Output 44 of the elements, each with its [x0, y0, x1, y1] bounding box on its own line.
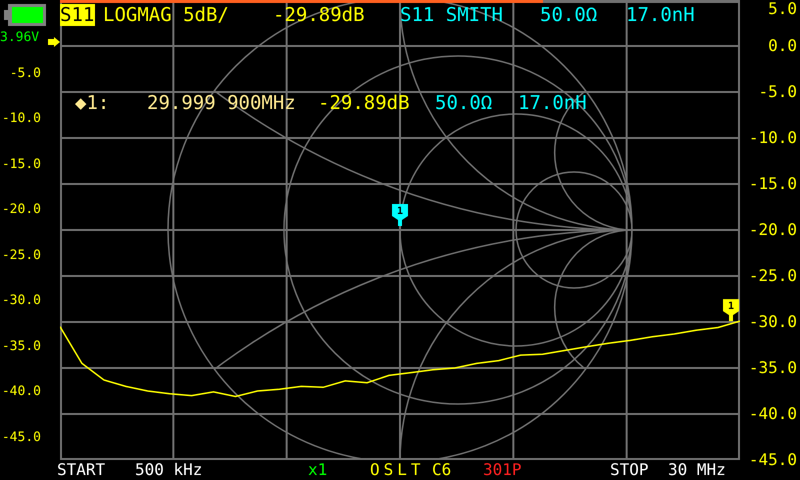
axis-label: -25.0 — [0, 246, 42, 264]
stop-label: STOP — [610, 460, 650, 480]
marker-value: 17.0nH — [518, 92, 587, 114]
axis-label: -35.0 — [0, 338, 42, 356]
marker-value: -29.89dB — [318, 92, 411, 114]
axis-label: -45.0 — [0, 428, 42, 446]
start-frequency: 500 kHz — [135, 460, 204, 480]
axis-label: -20.0 — [748, 220, 797, 240]
trace-value: 17.0nH — [626, 4, 695, 26]
axis-label: -10.0 — [0, 110, 42, 128]
axis-label: -40.0 — [748, 404, 797, 424]
channel-badge: S11 — [60, 4, 95, 26]
trace-format: S11 SMITH — [400, 4, 504, 26]
axis-label: -15.0 — [0, 156, 42, 174]
calibration-status: OSLT — [370, 460, 426, 480]
axis-label: -45.0 — [748, 450, 797, 470]
stop-frequency: 30 MHz — [668, 460, 727, 480]
marker-flag: 1 — [723, 299, 739, 322]
axis-label: -30.0 — [0, 292, 42, 310]
sweep-points: 301P — [483, 460, 523, 480]
calibration-slot: C6 — [432, 460, 483, 480]
trace-format: LOGMAG 5dB/ — [103, 4, 230, 26]
axis-label: -5.0 — [758, 82, 797, 102]
marker-value: 50.0Ω — [435, 92, 494, 114]
axis-label: -35.0 — [748, 358, 797, 378]
axis-label: -15.0 — [748, 174, 797, 194]
axis-label: -25.0 — [748, 266, 797, 286]
marker-label: ◆1: — [75, 92, 110, 114]
axis-label: -40.0 — [0, 383, 42, 401]
start-label: START — [57, 460, 106, 480]
axis-label: -5.0 — [8, 64, 42, 82]
battery-voltage: 3.96V — [0, 31, 40, 45]
trace-value: 50.0Ω — [540, 4, 598, 26]
axis-label: -20.0 — [0, 201, 42, 219]
axis-label: -30.0 — [748, 312, 797, 332]
axis-label: -10.0 — [748, 128, 797, 148]
marker-flag: 1 — [392, 204, 408, 226]
zoom-indicator: x1 — [308, 460, 328, 480]
axis-label: 5.0 — [768, 0, 797, 19]
marker-frequency: 29.999 900MHz — [147, 92, 297, 114]
axis-label: 0.0 — [768, 36, 797, 56]
reference-arrow-icon — [48, 37, 60, 47]
battery-icon — [4, 4, 46, 26]
trace-value: -29.89dB — [273, 4, 366, 26]
